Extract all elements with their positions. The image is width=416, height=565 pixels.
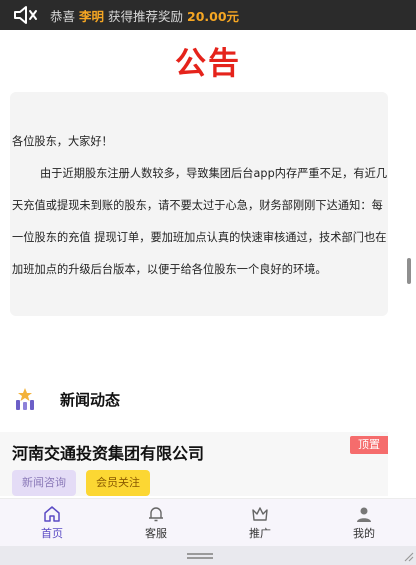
page-title: 公告 (175, 46, 241, 82)
user-icon (357, 507, 371, 522)
nav-item-mine[interactable]: 我的 (312, 499, 416, 546)
nav-label-mine: 我的 (353, 526, 375, 540)
marquee-middle: 获得推荐奖励 (108, 8, 184, 24)
notice-box: 各位股东，大家好！ 由于近期股东注册人数较多，导致集团后台app内存严重不足，有… (10, 92, 388, 316)
news-trophy-icon (16, 388, 34, 410)
news-card[interactable]: 河南交通投资集团有限公司 顶置 新闻咨询 会员关注 (0, 432, 388, 496)
nav-label-promote: 推广 (249, 526, 271, 540)
crown-icon (252, 506, 268, 521)
tag-member[interactable]: 会员关注 (86, 470, 150, 496)
tag-news[interactable]: 新闻咨询 (12, 470, 76, 496)
home-icon (44, 505, 60, 522)
marquee-user: 李明 (79, 8, 105, 24)
marquee-amount: 20.00元 (187, 8, 240, 24)
side-grip[interactable] (407, 258, 411, 284)
resize-handle[interactable] (187, 553, 213, 559)
notice-greeting: 各位股东，大家好！ (12, 135, 113, 148)
nav-label-home: 首页 (41, 526, 63, 540)
news-section-header: 新闻动态 (12, 384, 120, 414)
bell-icon (149, 506, 163, 521)
nav-item-promote[interactable]: 推广 (208, 499, 312, 546)
marquee-prefix: 恭喜 (50, 8, 76, 24)
nav-label-service: 客服 (145, 526, 167, 540)
bottom-nav: 首页 客服 推广 我的 (0, 498, 416, 546)
speaker-muted-icon[interactable] (12, 4, 40, 26)
pinned-badge: 顶置 (350, 436, 388, 454)
news-company-title[interactable]: 河南交通投资集团有限公司 (12, 440, 204, 464)
notice-body: 由于近期股东注册人数较多，导致集团后台app内存严重不足，有近几天充值或提现未到… (12, 167, 388, 276)
nav-item-service[interactable]: 客服 (104, 499, 208, 546)
news-heading: 新闻动态 (60, 390, 121, 409)
resize-corner-icon[interactable] (402, 550, 414, 562)
marquee-text: 恭喜 李明 获得推荐奖励 20.00元 (50, 6, 239, 25)
announcement-marquee: 恭喜 李明 获得推荐奖励 20.00元 (0, 0, 416, 30)
nav-item-home[interactable]: 首页 (0, 499, 104, 546)
